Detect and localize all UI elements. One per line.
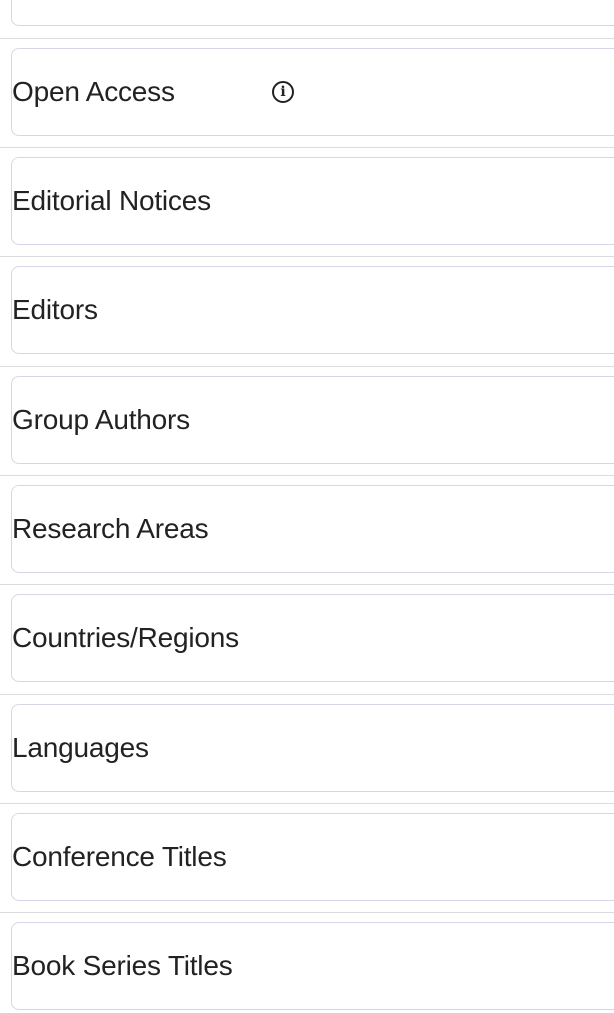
filter-languages[interactable]: Languages — [11, 704, 614, 792]
filter-list: Open Access i Editorial Notices Editors … — [0, 0, 614, 1013]
divider — [0, 366, 614, 367]
divider — [0, 475, 614, 476]
filter-label: Research Areas — [12, 513, 209, 544]
divider — [0, 694, 614, 695]
filter-open-access[interactable]: Open Access i — [11, 48, 614, 136]
filter-group-authors[interactable]: Group Authors — [11, 376, 614, 464]
filter-label: Book Series Titles — [12, 950, 233, 981]
divider — [0, 803, 614, 804]
divider — [0, 912, 614, 913]
filter-label: Conference Titles — [12, 841, 227, 872]
previous-filter-panel[interactable] — [11, 0, 614, 26]
info-icon[interactable]: i — [272, 81, 294, 103]
filter-editorial-notices[interactable]: Editorial Notices — [11, 157, 614, 245]
filter-label: Group Authors — [12, 404, 190, 435]
divider — [0, 147, 614, 148]
filter-editors[interactable]: Editors — [11, 266, 614, 354]
filter-label: Open Access — [12, 76, 175, 107]
filter-label: Editorial Notices — [12, 185, 211, 216]
filter-countries-regions[interactable]: Countries/Regions — [11, 594, 614, 682]
filter-label: Countries/Regions — [12, 622, 239, 653]
divider — [0, 256, 614, 257]
filter-conference-titles[interactable]: Conference Titles — [11, 813, 614, 901]
filter-label: Editors — [12, 294, 98, 325]
filter-label: Languages — [12, 732, 149, 763]
filter-book-series-titles[interactable]: Book Series Titles — [11, 922, 614, 1010]
divider — [0, 584, 614, 585]
divider — [0, 38, 614, 39]
filter-research-areas[interactable]: Research Areas — [11, 485, 614, 573]
